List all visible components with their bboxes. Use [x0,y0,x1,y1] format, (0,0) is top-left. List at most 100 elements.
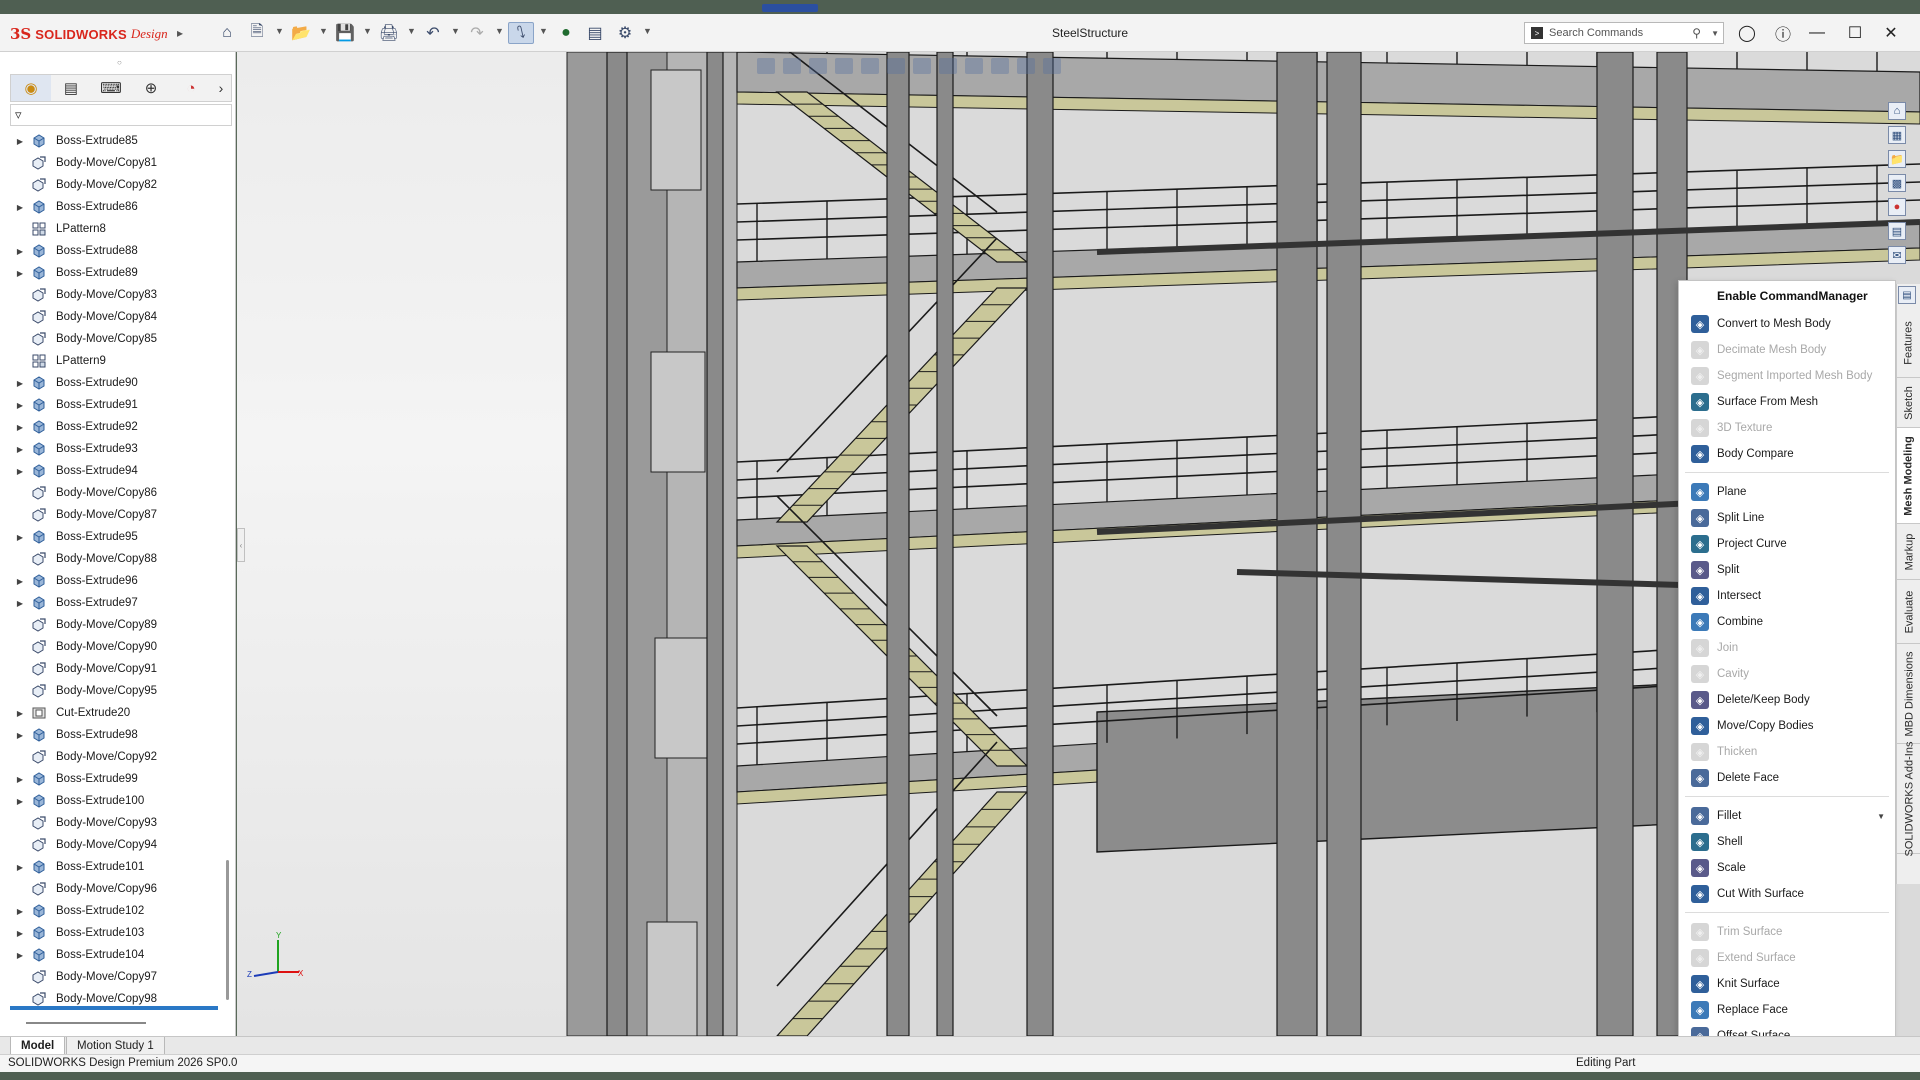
tree-item[interactable]: ▶ Boss-Extrude94 [10,460,222,482]
tree-item[interactable]: ▶ Cut-Extrude20 [10,702,222,724]
chevron-down-icon[interactable]: ▼ [495,26,504,36]
command-intersect[interactable]: ◈ Intersect [1679,583,1895,609]
chevron-down-icon[interactable]: ▼ [539,26,548,36]
rebuild-icon[interactable]: ● [555,22,577,44]
tree-scrollbar[interactable] [226,860,229,1000]
tree-item[interactable]: ▶ Boss-Extrude91 [10,394,222,416]
tree-item[interactable]: ▶ Boss-Extrude104 [10,944,222,966]
expand-arrow-icon[interactable]: ▶ [10,599,30,608]
tree-item[interactable]: ▶ Boss-Extrude97 [10,592,222,614]
graphics-area[interactable] [237,52,1920,1036]
panel-collapse-handle[interactable]: ‹ [237,528,245,562]
custom-properties-icon[interactable]: ▤ [1888,222,1906,240]
expand-arrow-icon[interactable]: ▶ [10,137,30,146]
tab-solidworks-add-ins[interactable]: SOLIDWORKS Add-Ins [1897,741,1920,856]
tree-item[interactable]: Body-Move/Copy92 [10,746,222,768]
undo-icon[interactable]: ↶ [422,22,444,44]
command-move-copy-bodies[interactable]: ◈ Move/Copy Bodies [1679,713,1895,739]
tab-features[interactable]: Features [1897,308,1920,378]
tree-item[interactable]: ▶ Boss-Extrude89 [10,262,222,284]
command-convert-mesh[interactable]: ◈ Convert to Mesh Body [1679,311,1895,337]
tab-markup[interactable]: Markup [1897,524,1920,580]
command-project-curve[interactable]: ◈ Project Curve [1679,531,1895,557]
open-icon[interactable]: 📂 [290,22,312,44]
tree-item[interactable]: ▶ Boss-Extrude101 [10,856,222,878]
view-palette-icon[interactable]: ▩ [1888,174,1906,192]
expand-arrow-icon[interactable]: ▶ [10,401,30,410]
command-extend-surface[interactable]: ◈ Extend Surface [1679,945,1895,971]
tree-item[interactable]: Body-Move/Copy87 [10,504,222,526]
tree-item[interactable]: Body-Move/Copy89 [10,614,222,636]
close-button[interactable]: ✕ [1878,22,1904,44]
command-scale[interactable]: ◈ Scale [1679,855,1895,881]
configuration-manager-tab[interactable]: ⌨ [91,75,131,101]
expand-arrow-icon[interactable]: ▶ [10,907,30,916]
chevron-down-icon[interactable]: ▼ [643,26,652,36]
command-combine[interactable]: ◈ Combine [1679,609,1895,635]
expand-arrow-icon[interactable]: ▶ [10,423,30,432]
command-cavity[interactable]: ◈ Cavity [1679,661,1895,687]
expand-arrow-icon[interactable]: ▶ [10,863,30,872]
tree-item[interactable]: Body-Move/Copy83 [10,284,222,306]
home-icon[interactable]: ⌂ [216,22,238,44]
panel-grip-icon[interactable]: ○ [117,58,122,67]
tree-item[interactable]: Body-Move/Copy90 [10,636,222,658]
new-document-icon[interactable]: 🗎 [246,22,268,44]
expand-arrow-icon[interactable]: ▶ [10,445,30,454]
expand-arrow-icon[interactable]: ▶ [10,775,30,784]
chevron-down-icon[interactable]: ▼ [363,26,372,36]
steel-structure-model[interactable] [237,52,1920,1036]
chevron-down-icon[interactable]: ▼ [275,26,284,36]
select-icon[interactable]: ⭛ [508,22,534,44]
tree-item[interactable]: ▶ Boss-Extrude90 [10,372,222,394]
tab-evaluate[interactable]: Evaluate [1897,580,1920,644]
tab-motion-study[interactable]: Motion Study 1 [66,1037,165,1055]
enable-commandmanager-button[interactable]: Enable CommandManager [1679,281,1895,311]
feature-tree-filter[interactable]: ▿ [10,104,232,126]
dimxpert-tab[interactable]: ⊕ [131,75,171,101]
minimize-button[interactable]: — [1804,22,1830,44]
search-icon[interactable]: ⚲ [1692,26,1701,40]
command-fillet[interactable]: ◈ Fillet ▼ [1679,803,1895,829]
file-explorer-icon[interactable]: 📁 [1888,150,1906,168]
feature-manager-tab[interactable]: ◉ [11,75,51,101]
tree-item[interactable]: ▶ Boss-Extrude103 [10,922,222,944]
solidworks-resources-icon[interactable]: ⌂ [1888,102,1906,120]
tree-item[interactable]: Body-Move/Copy86 [10,482,222,504]
expand-arrow-icon[interactable]: ▶ [10,203,30,212]
chevron-right-icon[interactable]: › [211,80,231,96]
save-icon[interactable]: 💾 [334,22,356,44]
chevron-down-icon[interactable]: ▼ [407,26,416,36]
tab-sketch[interactable]: Sketch [1897,378,1920,428]
command-delete-keep-body[interactable]: ◈ Delete/Keep Body [1679,687,1895,713]
tree-item[interactable]: Body-Move/Copy94 [10,834,222,856]
command-replace-face[interactable]: ◈ Replace Face [1679,997,1895,1023]
chevron-down-icon[interactable]: ▼ [319,26,328,36]
display-manager-tab[interactable]: ◔ [171,75,211,101]
tree-item[interactable]: ▶ Boss-Extrude88 [10,240,222,262]
tree-item[interactable]: LPattern9 [10,350,222,372]
command-delete-face[interactable]: ◈ Delete Face [1679,765,1895,791]
command-split-line[interactable]: ◈ Split Line [1679,505,1895,531]
tree-item[interactable]: Body-Move/Copy84 [10,306,222,328]
expand-arrow-icon[interactable]: ▶ [10,929,30,938]
command-trim-surface[interactable]: ◈ Trim Surface [1679,919,1895,945]
tree-item[interactable]: ▶ Boss-Extrude98 [10,724,222,746]
customize-tabs-icon[interactable]: ▤ [1898,286,1916,304]
maximize-button[interactable]: ☐ [1842,22,1868,44]
tree-rollback-bar[interactable] [10,1006,218,1010]
design-library-icon[interactable]: ▦ [1888,126,1906,144]
command-join[interactable]: ◈ Join [1679,635,1895,661]
chevron-down-icon[interactable]: ▼ [1877,812,1885,821]
tree-item[interactable]: Body-Move/Copy81 [10,152,222,174]
expand-arrow-icon[interactable]: ▶ [10,709,30,718]
expand-arrow-icon[interactable]: ▶ [10,797,30,806]
command-segment-mesh[interactable]: ◈ Segment Imported Mesh Body [1679,363,1895,389]
search-commands-input[interactable]: > Search Commands ⚲ ▼ [1524,22,1724,44]
command-thicken[interactable]: ◈ Thicken [1679,739,1895,765]
tree-item[interactable]: ▶ Boss-Extrude96 [10,570,222,592]
tree-item[interactable]: Body-Move/Copy93 [10,812,222,834]
tree-item[interactable]: Body-Move/Copy96 [10,878,222,900]
expand-arrow-icon[interactable]: ▶ [10,467,30,476]
expand-arrow-icon[interactable]: ▶ [10,533,30,542]
